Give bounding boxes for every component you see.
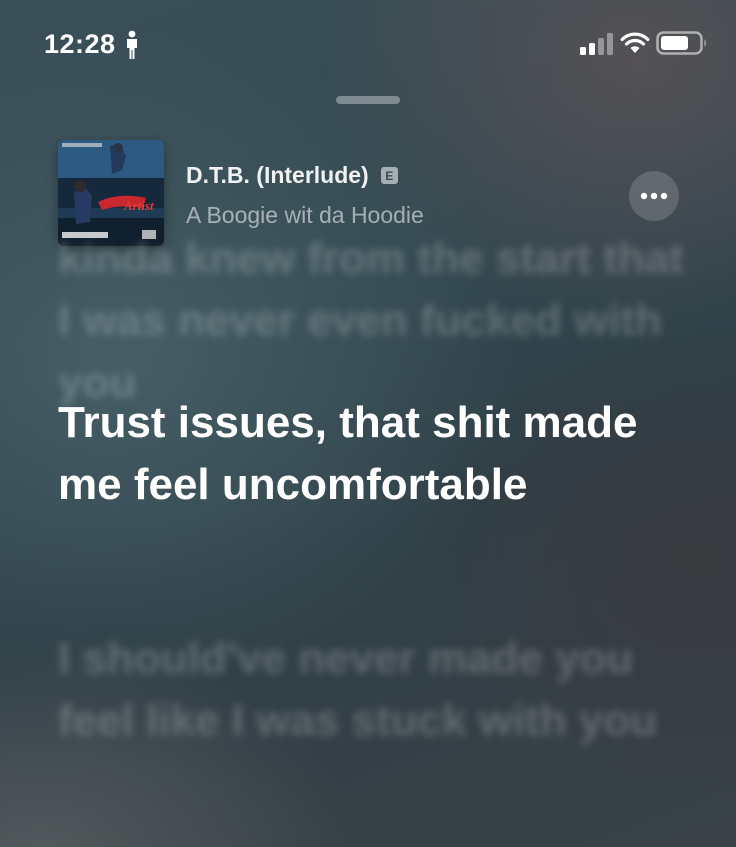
lyric-line-next[interactable]: I should've never made you feel like I w… <box>58 628 696 752</box>
track-title: D.T.B. (Interlude) <box>186 162 369 188</box>
signal-icon <box>580 33 613 55</box>
person-icon <box>127 30 137 59</box>
lyric-line-current[interactable]: Trust issues, that shit made me feel unc… <box>58 392 696 516</box>
status-time: 12:28 <box>44 29 116 59</box>
explicit-badge: E <box>380 167 398 184</box>
more-options-button[interactable] <box>629 171 679 221</box>
battery-icon <box>656 31 706 55</box>
status-bar: 12:28 <box>0 0 736 88</box>
svg-text:Artist: Artist <box>123 198 154 213</box>
ellipsis-icon <box>640 192 668 200</box>
lyric-line-previous[interactable]: kinda knew from the start that I was nev… <box>58 228 696 414</box>
track-title-row[interactable]: D.T.B. (Interlude) E <box>186 162 398 189</box>
track-artist[interactable]: A Boogie wit da Hoodie <box>186 202 424 229</box>
wifi-icon <box>620 32 650 53</box>
sheet-grabber[interactable] <box>336 96 400 104</box>
